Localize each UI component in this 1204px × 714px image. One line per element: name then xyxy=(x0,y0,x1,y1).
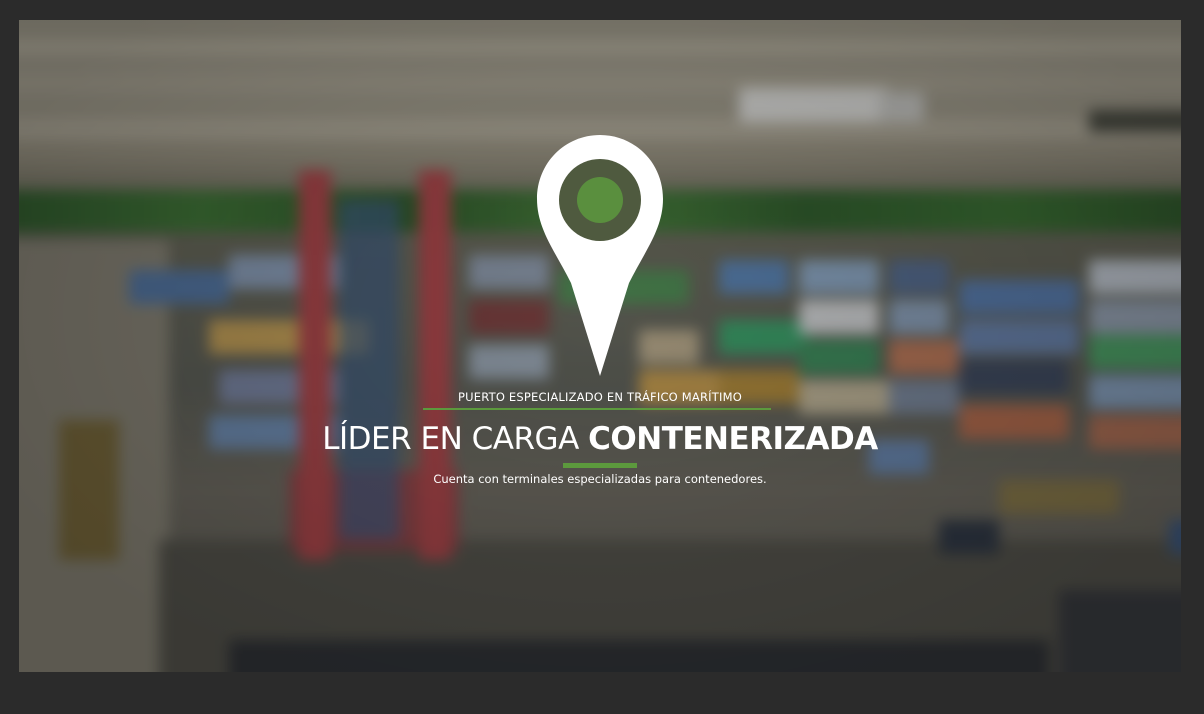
hero-headline: LÍDER EN CARGA CONTENERIZADA xyxy=(19,417,1181,461)
hero-subtitle: Cuenta con terminales especializadas par… xyxy=(433,472,767,486)
hero-kicker: PUERTO ESPECIALIZADO EN TRÁFICO MARÍTIMO xyxy=(458,390,742,404)
headline-bold-text: CONTENERIZADA xyxy=(588,421,878,457)
headline-light-text: LÍDER EN CARGA xyxy=(322,421,589,457)
headline-accent-bar xyxy=(563,463,637,468)
hero-banner: PUERTO ESPECIALIZADO EN TRÁFICO MARÍTIMO… xyxy=(19,20,1181,672)
kicker-divider xyxy=(423,408,771,410)
map-pin-icon xyxy=(537,135,663,376)
